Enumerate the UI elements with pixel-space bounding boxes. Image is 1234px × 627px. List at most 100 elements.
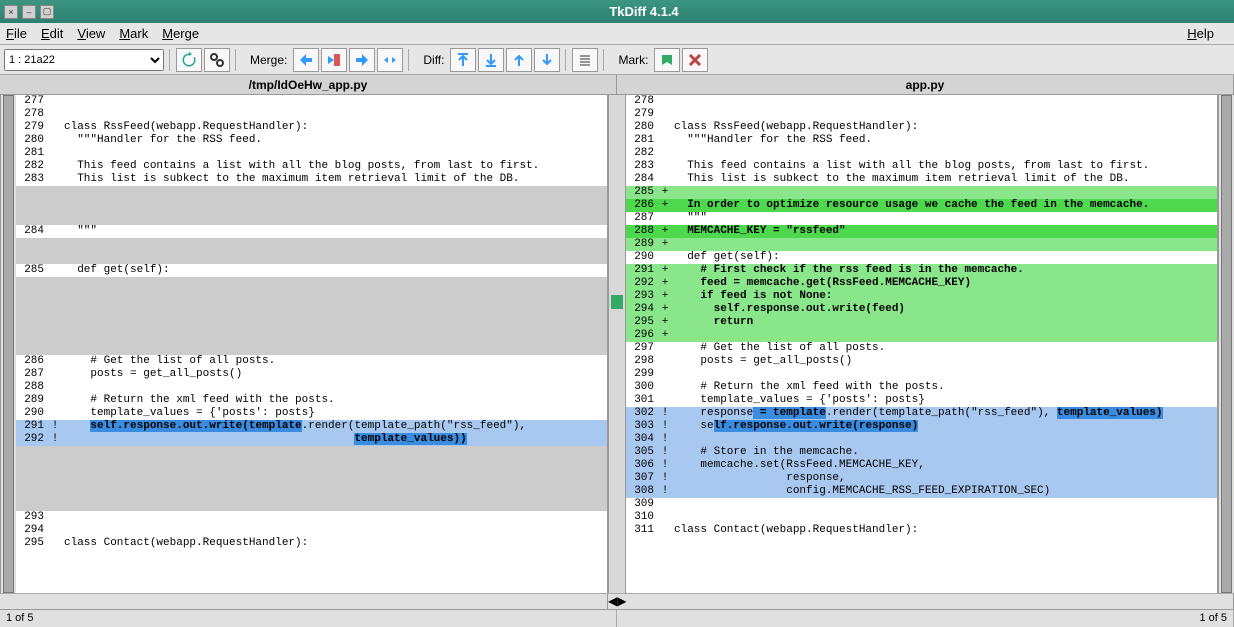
- hscroll-row: ◀▶: [0, 593, 1234, 609]
- merge-right-button[interactable]: [349, 48, 375, 72]
- code-line: 278: [16, 108, 607, 121]
- find-button[interactable]: [204, 48, 230, 72]
- code-line: 288+ MEMCACHE_KEY = "rssfeed": [626, 225, 1217, 238]
- code-line: 283 This feed contains a list with all t…: [626, 160, 1217, 173]
- merge-label: Merge:: [246, 53, 291, 67]
- code-line: 280 """Handler for the RSS feed.: [16, 134, 607, 147]
- code-line: [16, 303, 607, 316]
- clear-mark-button[interactable]: [682, 48, 708, 72]
- last-diff-button[interactable]: [478, 48, 504, 72]
- menu-edit[interactable]: Edit: [41, 26, 63, 41]
- window-titlebar: × – ▢ TkDiff 4.1.4: [0, 0, 1234, 23]
- left-scrollbar[interactable]: [0, 95, 16, 593]
- menu-merge[interactable]: Merge: [162, 26, 199, 41]
- center-button[interactable]: [572, 48, 598, 72]
- next-diff-button[interactable]: [534, 48, 560, 72]
- diff-label: Diff:: [419, 53, 448, 67]
- diff-selector[interactable]: 1 : 21a22: [4, 49, 164, 71]
- code-line: 295class Contact(webapp.RequestHandler):: [16, 537, 607, 550]
- code-line: [16, 446, 607, 459]
- code-line: 283 This list is subkect to the maximum …: [16, 173, 607, 186]
- code-line: 298 posts = get_all_posts(): [626, 355, 1217, 368]
- menu-bar: File Edit View Mark Merge Help: [0, 23, 1234, 45]
- code-line: 296+: [626, 329, 1217, 342]
- merge-left-button[interactable]: [293, 48, 319, 72]
- code-line: 310: [626, 511, 1217, 524]
- close-icon[interactable]: ×: [4, 5, 18, 19]
- toolbar: 1 : 21a22 Merge: Diff: Mark:: [0, 45, 1234, 75]
- reload-button[interactable]: [176, 48, 202, 72]
- code-line: [16, 485, 607, 498]
- code-line: 279class RssFeed(webapp.RequestHandler):: [16, 121, 607, 134]
- right-content[interactable]: 278279280class RssFeed(webapp.RequestHan…: [626, 95, 1217, 593]
- code-line: 291+ # First check if the rss feed is in…: [626, 264, 1217, 277]
- code-line: 306! memcache.set(RssFeed.MEMCACHE_KEY,: [626, 459, 1217, 472]
- code-line: [16, 472, 607, 485]
- mark-label: Mark:: [614, 53, 652, 67]
- code-line: 279: [626, 108, 1217, 121]
- right-file-path: app.py: [617, 75, 1234, 94]
- code-line: 308! config.MEMCACHE_RSS_FEED_EXPIRATION…: [626, 485, 1217, 498]
- right-scrollbar[interactable]: [1218, 95, 1234, 593]
- code-line: 278: [626, 95, 1217, 108]
- code-line: 294: [16, 524, 607, 537]
- right-hscroll[interactable]: [626, 594, 1234, 609]
- code-line: 284 """: [16, 225, 607, 238]
- code-line: 293+ if feed is not None:: [626, 290, 1217, 303]
- code-line: [16, 277, 607, 290]
- left-content[interactable]: 277278279class RssFeed(webapp.RequestHan…: [16, 95, 607, 593]
- left-hscroll[interactable]: [0, 594, 608, 609]
- code-line: 305! # Store in the memcache.: [626, 446, 1217, 459]
- code-line: [16, 498, 607, 511]
- menu-view[interactable]: View: [77, 26, 105, 41]
- code-line: 302! response = template.render(template…: [626, 407, 1217, 420]
- sync-left-icon[interactable]: ◀: [608, 594, 617, 609]
- status-bar: 1 of 5 1 of 5: [0, 609, 1234, 627]
- prev-diff-button[interactable]: [506, 48, 532, 72]
- code-line: 309: [626, 498, 1217, 511]
- code-line: 295+ return: [626, 316, 1217, 329]
- code-line: 294+ self.response.out.write(feed): [626, 303, 1217, 316]
- merge-both-button[interactable]: [377, 48, 403, 72]
- code-line: 285+: [626, 186, 1217, 199]
- code-line: 301 template_values = {'posts': posts}: [626, 394, 1217, 407]
- diff-map[interactable]: [608, 95, 626, 593]
- file-path-row: /tmp/IdOeHw_app.py app.py: [0, 75, 1234, 95]
- code-line: 280class RssFeed(webapp.RequestHandler):: [626, 121, 1217, 134]
- code-line: [16, 290, 607, 303]
- code-line: 290 template_values = {'posts': posts}: [16, 407, 607, 420]
- set-mark-button[interactable]: [654, 48, 680, 72]
- code-line: 281 """Handler for the RSS feed.: [626, 134, 1217, 147]
- code-line: 304!: [626, 433, 1217, 446]
- code-line: 284 This list is subkect to the maximum …: [626, 173, 1217, 186]
- code-line: [16, 251, 607, 264]
- menu-help[interactable]: Help: [1187, 26, 1214, 41]
- menu-mark[interactable]: Mark: [119, 26, 148, 41]
- window-title: TkDiff 4.1.4: [58, 4, 1230, 19]
- code-line: 288: [16, 381, 607, 394]
- menu-file[interactable]: File: [6, 26, 27, 41]
- code-line: 291! self.response.out.write(template.re…: [16, 420, 607, 433]
- code-line: [16, 212, 607, 225]
- code-line: 289+: [626, 238, 1217, 251]
- code-line: 286+ In order to optimize resource usage…: [626, 199, 1217, 212]
- code-line: 289 # Return the xml feed with the posts…: [16, 394, 607, 407]
- code-line: [16, 342, 607, 355]
- code-line: 285 def get(self):: [16, 264, 607, 277]
- merge-left-all-button[interactable]: [321, 48, 347, 72]
- code-line: [16, 459, 607, 472]
- code-line: 311class Contact(webapp.RequestHandler):: [626, 524, 1217, 537]
- minimize-icon[interactable]: –: [22, 5, 36, 19]
- diff-body: 277278279class RssFeed(webapp.RequestHan…: [0, 95, 1234, 593]
- code-line: 292+ feed = memcache.get(RssFeed.MEMCACH…: [626, 277, 1217, 290]
- status-right: 1 of 5: [617, 610, 1234, 627]
- code-line: 300 # Return the xml feed with the posts…: [626, 381, 1217, 394]
- first-diff-button[interactable]: [450, 48, 476, 72]
- code-line: 290 def get(self):: [626, 251, 1217, 264]
- code-line: 307! response,: [626, 472, 1217, 485]
- code-line: [16, 199, 607, 212]
- code-line: 282: [626, 147, 1217, 160]
- status-left: 1 of 5: [0, 610, 617, 627]
- maximize-icon[interactable]: ▢: [40, 5, 54, 19]
- code-line: 277: [16, 95, 607, 108]
